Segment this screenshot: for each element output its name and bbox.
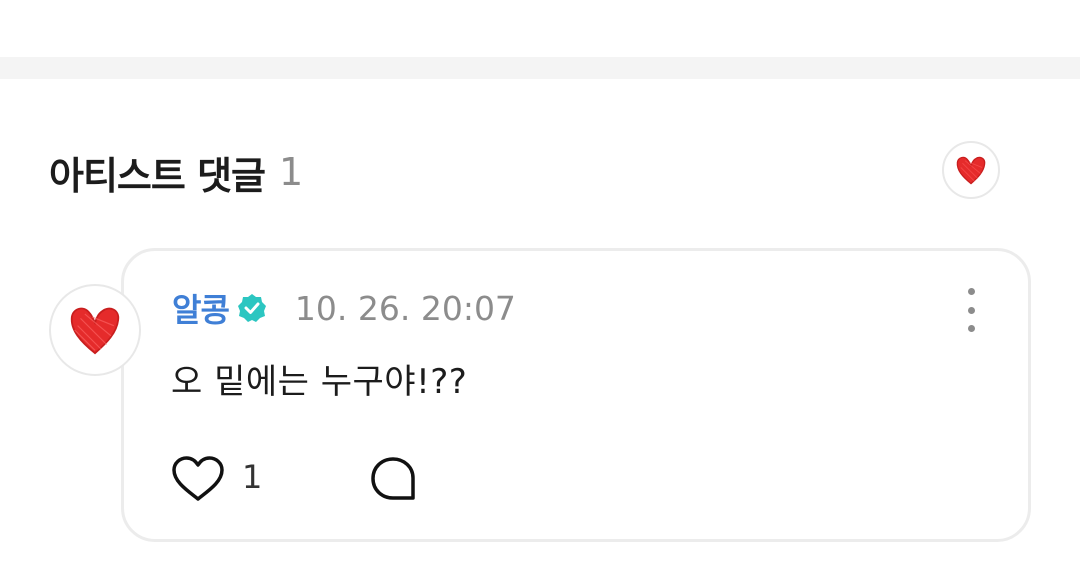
artist-avatar-button[interactable] (942, 141, 1000, 199)
section-divider (0, 57, 1080, 79)
comment-text: 오 밑에는 누구야!?? (171, 362, 468, 402)
comment-meta: 알콩 10. 26. 20:07 (172, 286, 516, 330)
like-button[interactable] (169, 454, 227, 504)
author-name[interactable]: 알콩 (172, 285, 230, 331)
comment-count: 1 (279, 150, 304, 194)
section-header: 아티스트 댓글 1 (49, 146, 303, 198)
red-heart-drawing-icon (70, 307, 120, 355)
comment-timestamp: 10. 26. 20:07 (294, 288, 516, 328)
section-title: 아티스트 댓글 (49, 153, 266, 198)
reply-button[interactable] (366, 454, 420, 504)
verified-badge-icon (237, 293, 267, 323)
comment-avatar[interactable] (49, 284, 141, 376)
red-heart-drawing-icon (956, 156, 986, 185)
more-vertical-icon[interactable] (958, 288, 984, 332)
like-count: 1 (242, 458, 263, 496)
speech-bubble-icon (371, 457, 415, 500)
heart-outline-icon (172, 456, 224, 501)
